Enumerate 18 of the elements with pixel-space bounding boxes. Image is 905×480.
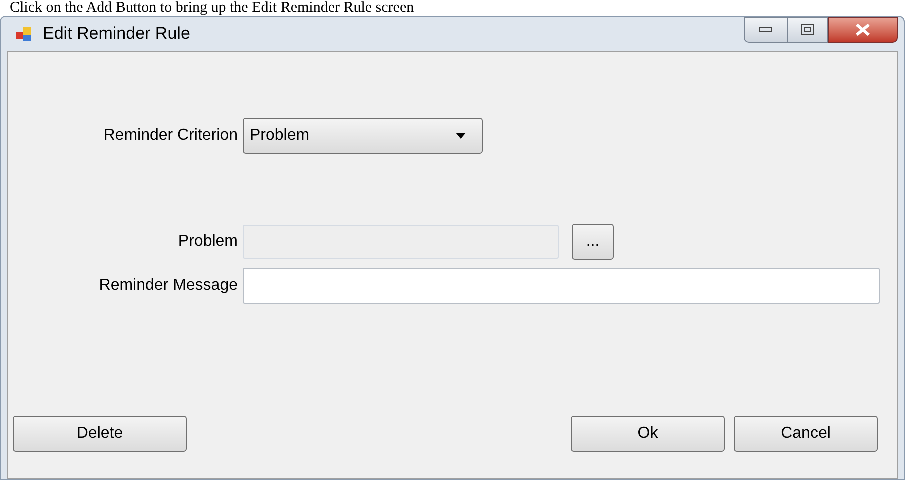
maximize-icon <box>800 24 814 36</box>
close-icon <box>855 23 871 37</box>
field-label: Reminder Message <box>98 276 239 296</box>
caption-text: Click on the Add Button to bring up the Edit Reminder Rule screen <box>9 0 416 16</box>
window-icon <box>15 25 33 43</box>
message-field[interactable] <box>243 268 880 304</box>
minimize-icon <box>759 27 773 33</box>
maximize-button[interactable] <box>788 17 828 43</box>
ok-button[interactable]: Ok <box>571 416 725 452</box>
field-label: Reminder Criterion <box>102 126 239 146</box>
close-button[interactable] <box>828 17 898 43</box>
window-title: Edit Reminder Rule <box>43 23 190 46</box>
criterion-dropdown[interactable]: Problem <box>243 118 483 154</box>
minimize-button[interactable] <box>744 17 788 43</box>
cancel-button[interactable]: Cancel <box>734 416 878 452</box>
field-label: Problem <box>177 232 239 252</box>
caret-icon <box>456 133 466 139</box>
delete-button[interactable]: Delete <box>13 416 187 452</box>
